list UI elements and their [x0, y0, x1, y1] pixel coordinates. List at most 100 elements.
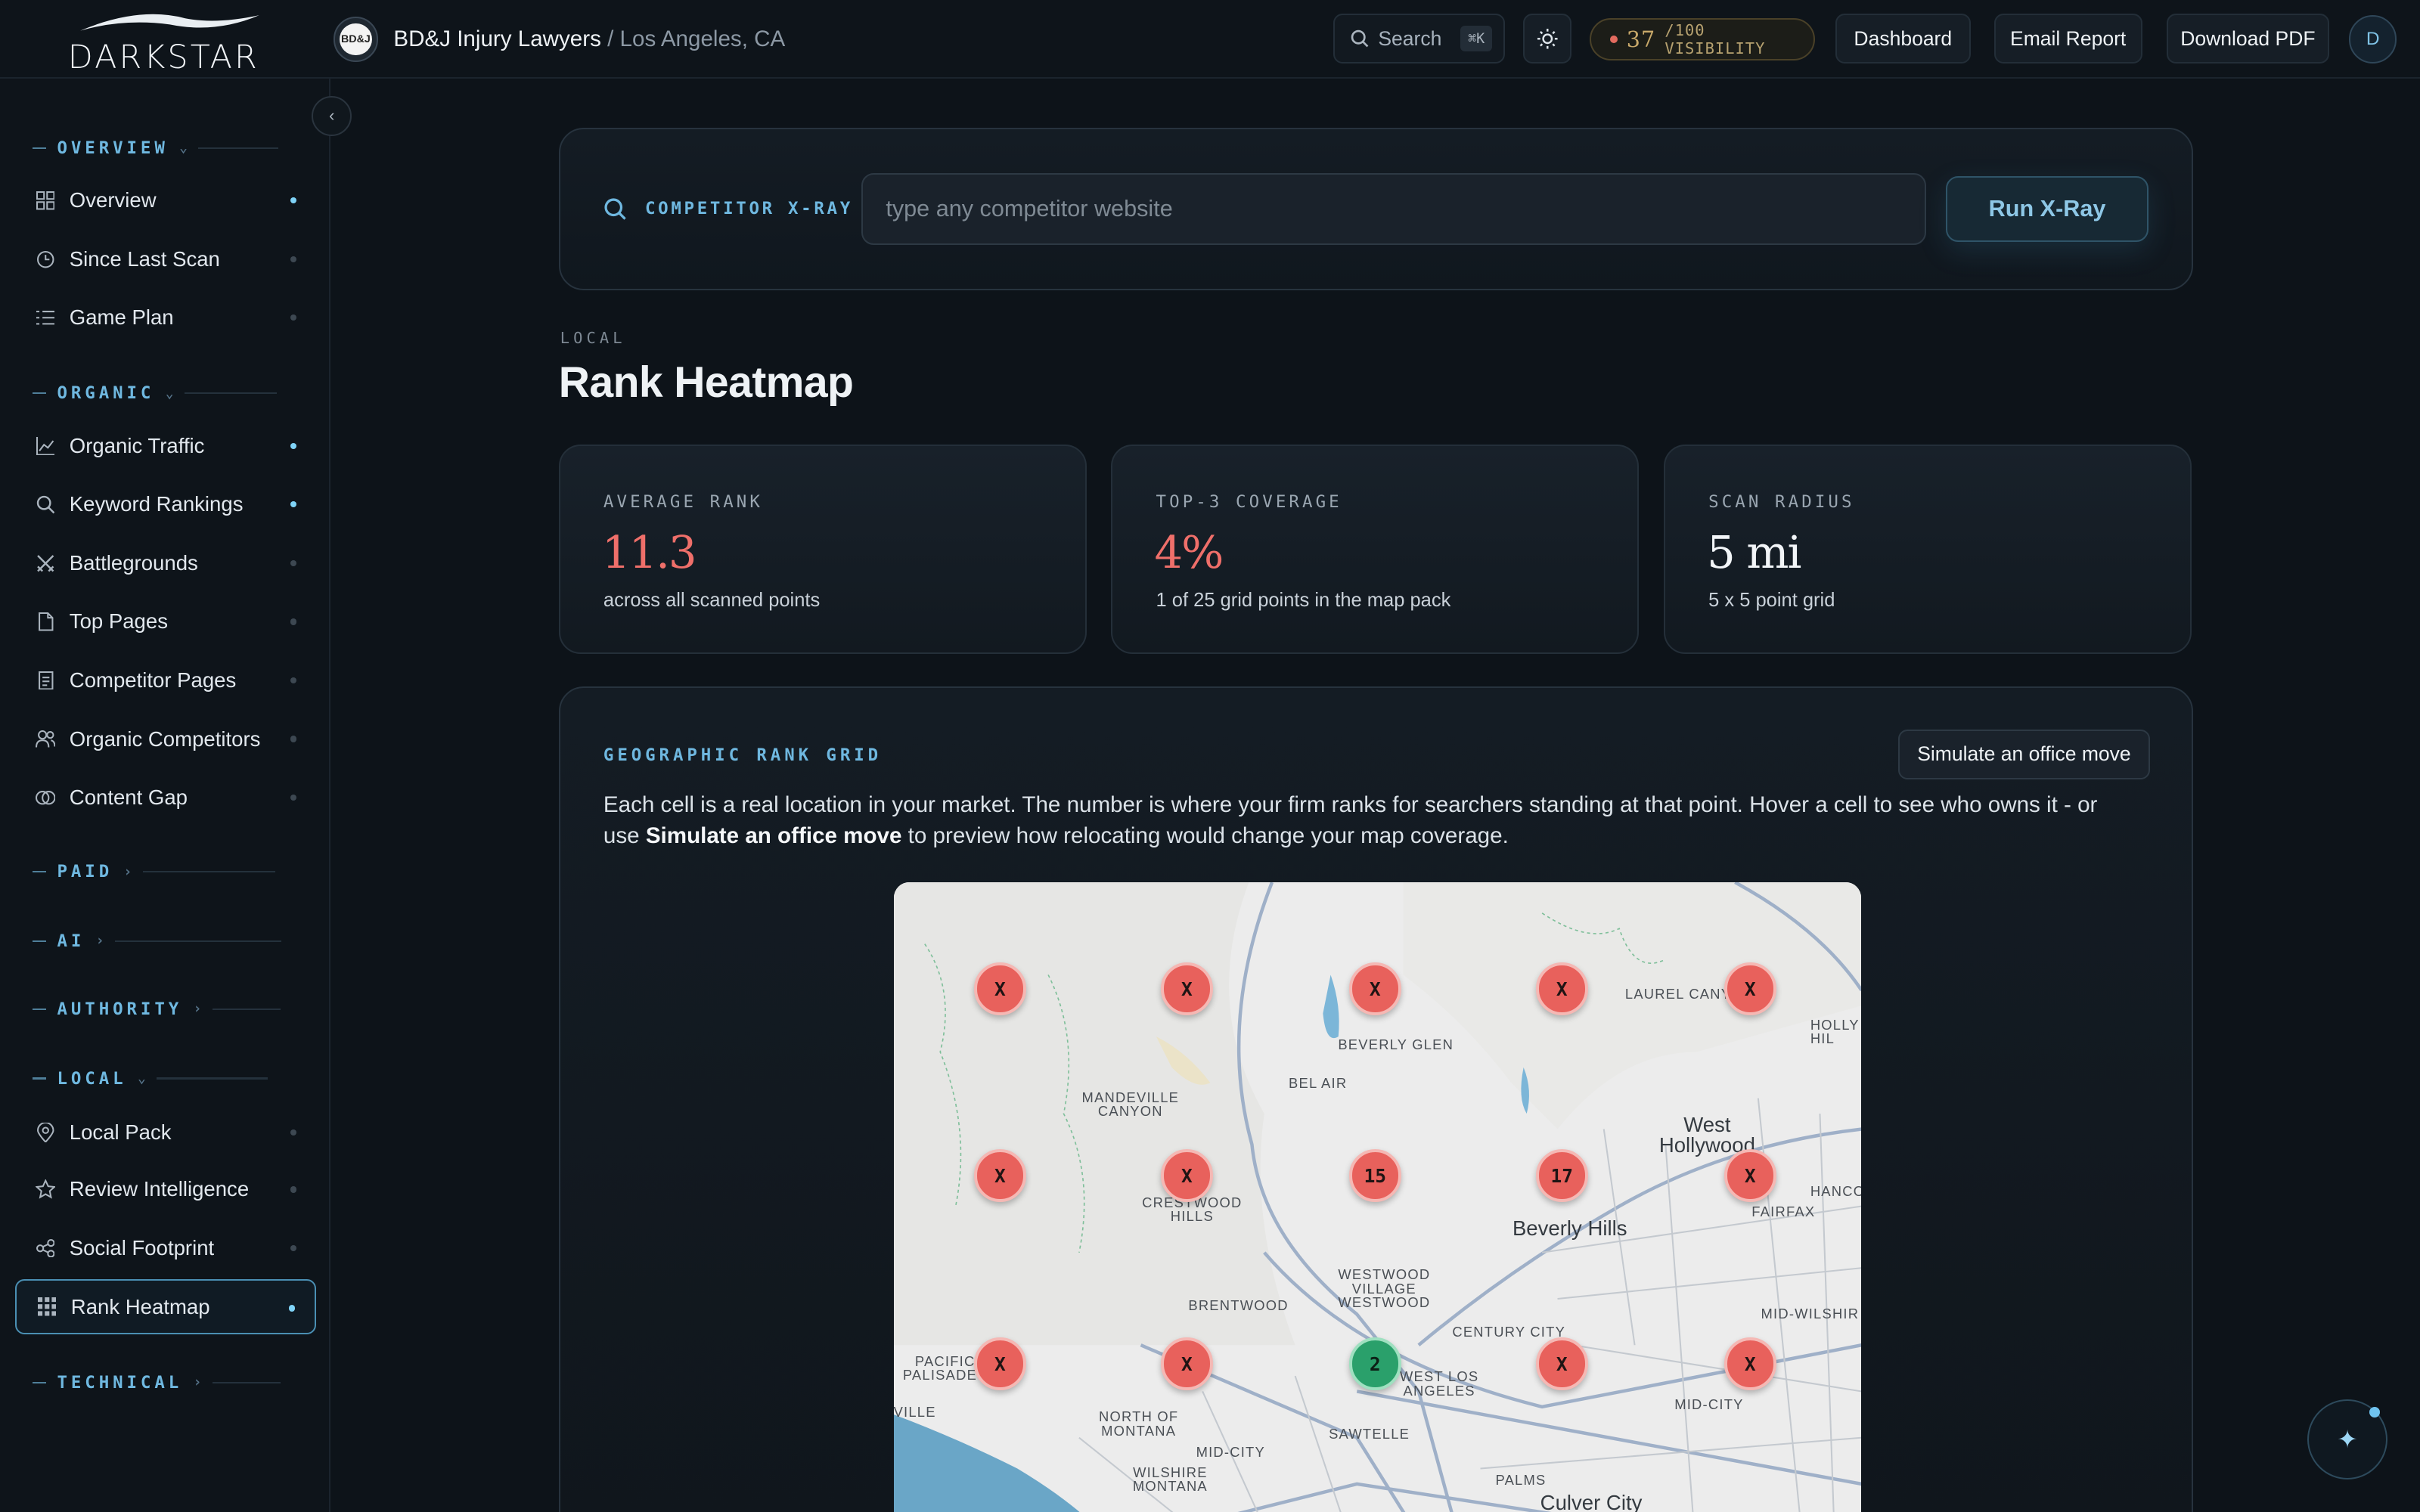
star-icon: [35, 1179, 56, 1200]
section-authority[interactable]: AUTHORITY ›: [32, 998, 281, 1020]
file-icon: [36, 612, 56, 632]
visibility-score-pill[interactable]: 37 /100 VISIBILITY: [1590, 18, 1815, 60]
status-dot: [1609, 35, 1618, 44]
sidebar-item-since-last-scan[interactable]: Since Last Scan: [15, 231, 316, 287]
sidebar-item-competitor-pages[interactable]: Competitor Pages: [15, 652, 316, 708]
chevron-down-icon: ⌄: [165, 385, 174, 401]
ai-assistant-button[interactable]: ✦: [2307, 1399, 2388, 1480]
clock-icon: [36, 249, 56, 270]
download-pdf-button[interactable]: Download PDF: [2167, 14, 2329, 64]
sidebar-item-social-footprint[interactable]: Social Footprint: [15, 1220, 316, 1275]
map-label: MANDEVILLE CANYON: [1081, 1089, 1180, 1120]
notification-dot: [2369, 1407, 2380, 1418]
sidebar-item-local-pack[interactable]: Local Pack: [15, 1105, 316, 1160]
sidebar-item-content-gap[interactable]: Content Gap: [15, 770, 316, 825]
grid-cell-pin[interactable]: X: [1723, 962, 1776, 1015]
map-label: West Hollywood: [1658, 1113, 1755, 1157]
crossed-swords-icon: [36, 553, 56, 574]
sidebar-item-rank-heatmap[interactable]: Rank Heatmap: [15, 1278, 317, 1335]
run-xray-button[interactable]: Run X-Ray: [1946, 175, 2149, 243]
sidebar-item-label: Content Gap: [69, 785, 188, 810]
section-technical[interactable]: TECHNICAL ›: [32, 1371, 281, 1393]
stat-subtext: 1 of 25 grid points in the map pack: [1156, 589, 1451, 611]
simulate-office-move-button[interactable]: Simulate an office move: [1898, 730, 2150, 779]
list-icon: [36, 308, 56, 328]
collapse-sidebar-button[interactable]: ‹: [312, 95, 352, 136]
stat-label: AVERAGE RANK: [603, 491, 763, 512]
theme-toggle-button[interactable]: [1523, 14, 1571, 64]
sidebar-item-review-intelligence[interactable]: Review Intelligence: [15, 1162, 316, 1217]
section-ai[interactable]: AI ›: [32, 931, 282, 953]
section-organic[interactable]: ORGANIC ⌄: [32, 383, 278, 404]
grid-cell-pin[interactable]: X: [1723, 1337, 1776, 1390]
map-label: NORTH OF MONTANA: [1099, 1408, 1179, 1439]
grid-cell-pin[interactable]: 15: [1348, 1149, 1401, 1202]
sidebar-item-game-plan[interactable]: Game Plan: [15, 290, 316, 345]
sidebar-item-label: Review Intelligence: [69, 1177, 250, 1201]
grid-cell-pin[interactable]: X: [1348, 962, 1401, 1015]
sidebar-item-top-pages[interactable]: Top Pages: [15, 594, 316, 649]
stat-value: 4%: [1154, 525, 1224, 578]
section-label: AI: [57, 931, 85, 951]
client-avatar[interactable]: BD&J: [333, 17, 378, 62]
sparkle-icon: ✦: [2337, 1425, 2358, 1454]
geographic-rank-grid-card: GEOGRAPHIC RANK GRID Simulate an office …: [558, 686, 2193, 1512]
search-icon: [604, 198, 626, 220]
sidebar-item-organic-competitors[interactable]: Organic Competitors: [15, 711, 316, 767]
grid-cell-pin[interactable]: X: [1535, 1337, 1588, 1390]
chevron-down-icon: ⌄: [179, 140, 188, 156]
grid-cell-pin[interactable]: X: [1160, 1337, 1213, 1390]
map-label: WILSHIRE MONTANA: [1132, 1464, 1208, 1495]
grid-cell-pin[interactable]: X: [1160, 962, 1213, 1015]
stat-label: SCAN RADIUS: [1708, 491, 1855, 512]
sidebar-item-label: Social Footprint: [69, 1236, 215, 1259]
stat-label: TOP-3 COVERAGE: [1156, 491, 1342, 512]
grid-cell-pin[interactable]: X: [973, 1337, 1027, 1390]
email-report-button[interactable]: Email Report: [1993, 14, 2142, 64]
section-local[interactable]: LOCAL ⌄: [32, 1067, 268, 1089]
chevron-right-icon: ›: [193, 1374, 202, 1391]
map-label: FAIRFAX: [1751, 1203, 1816, 1219]
search-label: Search: [1378, 26, 1442, 50]
map-label: HANCOCK: [1810, 1183, 1861, 1200]
brand-name: DARKSTAR: [67, 39, 259, 76]
visibility-score: 37: [1626, 26, 1656, 53]
section-paid[interactable]: PAID ›: [32, 861, 276, 883]
grid-cell-pin[interactable]: X: [973, 1149, 1027, 1202]
sidebar-item-overview[interactable]: Overview: [15, 173, 316, 228]
rank-heatmap-map[interactable]: LAUREL CANY HOLLY HIL BEVERLY GLEN BEL A…: [893, 882, 1862, 1512]
heatmap-grid-icon: [37, 1297, 57, 1317]
client-name: BD&J Injury Lawyers: [393, 26, 601, 51]
map-label: VILLE: [893, 1404, 936, 1421]
section-label: LOCAL: [57, 1068, 127, 1089]
search-button[interactable]: Search ⌘K: [1333, 14, 1505, 64]
section-overview[interactable]: OVERVIEW ⌄: [32, 138, 279, 160]
desc-text: to preview how relocating would change y…: [901, 823, 1509, 848]
xray-label-text: COMPETITOR X-RAY: [645, 199, 853, 219]
dashboard-button[interactable]: Dashboard: [1835, 14, 1972, 64]
client-avatar-text: BD&J: [339, 23, 372, 56]
search-icon: [1351, 29, 1369, 48]
darkstar-logo[interactable]: DARKSTAR: [68, 9, 268, 76]
sidebar-item-label: Keyword Rankings: [69, 492, 244, 516]
sidebar-item-label: Local Pack: [69, 1120, 172, 1144]
grid-cell-pin[interactable]: X: [1160, 1149, 1213, 1202]
grid-cell-pin[interactable]: 17: [1535, 1149, 1588, 1202]
grid-cell-pin[interactable]: X: [1535, 962, 1588, 1015]
sidebar-item-label: Rank Heatmap: [70, 1294, 210, 1318]
map-label: CENTURY CITY: [1452, 1323, 1566, 1340]
grid-title: GEOGRAPHIC RANK GRID: [603, 745, 883, 765]
sidebar-item-keyword-rankings[interactable]: Keyword Rankings: [15, 477, 316, 532]
sidebar-item-battlegrounds[interactable]: Battlegrounds: [15, 535, 316, 590]
sidebar-item-label: Since Last Scan: [69, 246, 220, 271]
grid-cell-pin[interactable]: 2: [1348, 1337, 1401, 1390]
chevron-right-icon: ›: [95, 933, 104, 950]
section-label: PAID: [57, 862, 113, 882]
competitor-website-input[interactable]: type any competitor website: [861, 172, 1926, 246]
section-label: ORGANIC: [57, 383, 155, 404]
grid-cell-pin[interactable]: X: [1723, 1149, 1776, 1202]
grid-cell-pin[interactable]: X: [973, 962, 1027, 1015]
user-avatar[interactable]: D: [2349, 15, 2397, 64]
search-shortcut: ⌘K: [1460, 26, 1493, 51]
sidebar-item-organic-traffic[interactable]: Organic Traffic: [15, 418, 316, 473]
